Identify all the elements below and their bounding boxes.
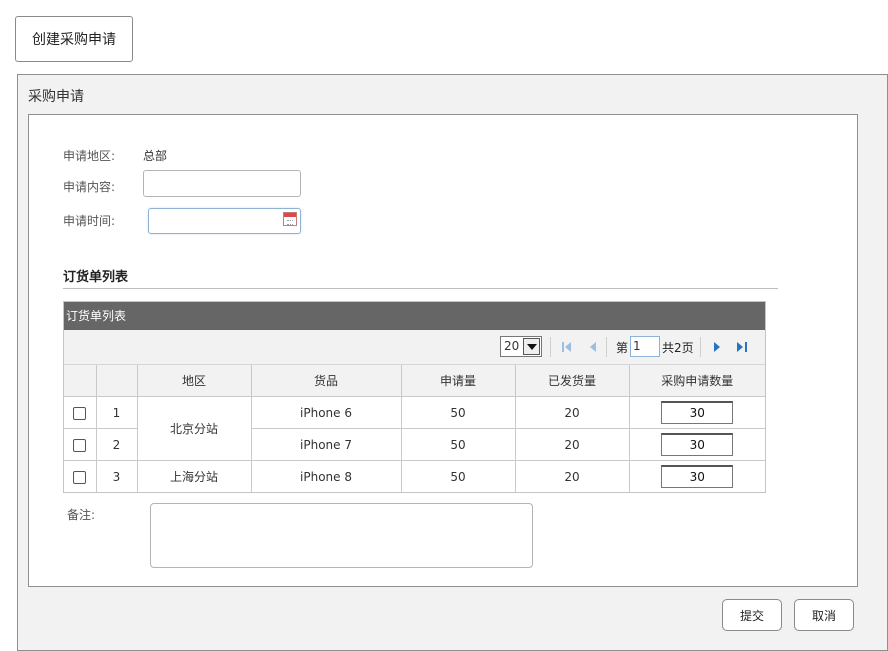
row-checkbox[interactable] xyxy=(73,470,87,484)
order-table: 地区 货品 申请量 已发货量 采购申请数量 1 北京分站 iPhone 6 50 xyxy=(64,365,765,492)
requested-cell: 50 xyxy=(400,460,516,492)
section-title: 订货单列表 xyxy=(63,270,129,285)
order-grid: 订货单列表 20 第 1 共2页 地区 货品 申请量 已发货量 采购申请数量 1… xyxy=(63,301,766,493)
total-pages: 共2页 xyxy=(662,341,694,355)
pager-separator xyxy=(550,337,551,357)
shipped-cell: 20 xyxy=(514,396,630,429)
product-cell: iPhone 8 xyxy=(250,460,402,492)
create-purchase-request-button[interactable]: 创建采购申请 xyxy=(15,16,133,62)
page-number-input[interactable]: 1 xyxy=(630,336,660,357)
row-number: 2 xyxy=(95,428,138,461)
first-page-icon[interactable] xyxy=(562,342,572,352)
page-size-select[interactable]: 20 xyxy=(500,336,542,357)
chevron-down-icon[interactable] xyxy=(523,338,540,355)
column-header-region: 地区 xyxy=(136,365,252,397)
region-value: 总部 xyxy=(143,149,168,163)
pager-separator xyxy=(606,337,607,357)
requested-cell: 50 xyxy=(400,396,516,429)
row-number: 3 xyxy=(95,460,138,492)
shipped-cell: 20 xyxy=(514,460,630,492)
row-checkbox[interactable] xyxy=(73,438,87,452)
column-header-index xyxy=(95,365,138,397)
region-label: 申请地区: xyxy=(63,149,116,163)
cancel-button[interactable]: 取消 xyxy=(794,599,854,631)
column-header-purchase-qty: 采购申请数量 xyxy=(628,365,765,397)
requested-cell: 50 xyxy=(400,428,516,461)
date-input[interactable] xyxy=(148,208,301,234)
pager: 20 第 1 共2页 xyxy=(64,330,765,365)
time-label: 申请时间: xyxy=(63,214,116,228)
section-divider xyxy=(63,288,778,289)
purchase-qty-input[interactable]: 30 xyxy=(661,401,734,424)
column-header-shipped: 已发货量 xyxy=(514,365,630,397)
last-page-icon[interactable] xyxy=(737,342,747,352)
page-prefix: 第 xyxy=(616,341,629,355)
calendar-icon[interactable] xyxy=(283,212,297,226)
table-header-row: 地区 货品 申请量 已发货量 采购申请数量 xyxy=(64,365,765,397)
grid-title: 订货单列表 xyxy=(64,302,765,330)
column-header-select xyxy=(64,365,97,397)
shipped-cell: 20 xyxy=(514,428,630,461)
purchase-qty-input[interactable]: 30 xyxy=(661,465,734,488)
panel-title: 采购申请 xyxy=(28,89,84,105)
prev-page-icon[interactable] xyxy=(588,342,598,352)
content-input[interactable] xyxy=(143,170,301,197)
row-number: 1 xyxy=(95,396,138,429)
next-page-icon[interactable] xyxy=(712,342,722,352)
purchase-request-panel: 采购申请 申请地区: 总部 申请内容: 申请时间: 订货单列表 订货单列表 20 xyxy=(17,74,888,651)
notes-label: 备注: xyxy=(67,508,96,522)
table-row: 3 上海分站 iPhone 8 50 20 30 xyxy=(64,460,765,492)
content-label: 申请内容: xyxy=(63,180,116,194)
page-size-value: 20 xyxy=(504,339,520,353)
notes-textarea[interactable] xyxy=(150,503,533,568)
form-container: 申请地区: 总部 申请内容: 申请时间: 订货单列表 订货单列表 20 第 1 … xyxy=(28,114,858,587)
purchase-qty-input[interactable]: 30 xyxy=(661,433,734,456)
region-cell: 上海分站 xyxy=(136,460,252,492)
column-header-requested: 申请量 xyxy=(400,365,516,397)
column-header-product: 货品 xyxy=(250,365,402,397)
row-checkbox[interactable] xyxy=(73,406,87,420)
product-cell: iPhone 7 xyxy=(250,428,402,461)
region-cell: 北京分站 xyxy=(136,396,252,461)
table-row: 1 北京分站 iPhone 6 50 20 30 xyxy=(64,396,765,461)
pager-separator xyxy=(700,337,701,357)
submit-button[interactable]: 提交 xyxy=(722,599,782,631)
product-cell: iPhone 6 xyxy=(250,396,402,429)
